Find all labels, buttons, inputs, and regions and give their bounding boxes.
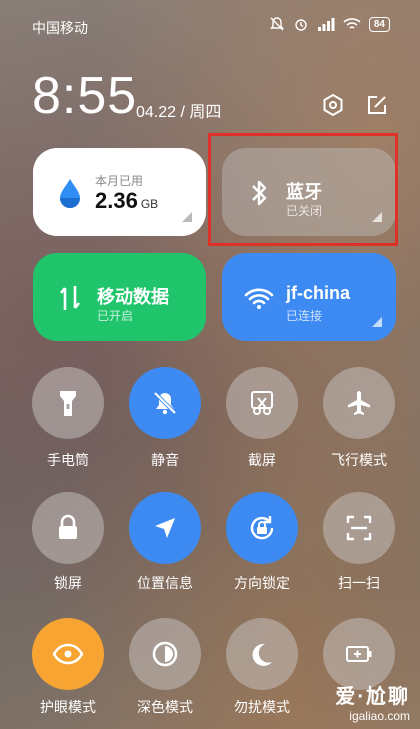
toggle-label: 截屏 [248, 452, 276, 468]
status-bar: 中国移动 84 [32, 14, 390, 40]
data-usage-label: 本月已用 [95, 174, 144, 188]
wifi-tile[interactable]: jf-china 已连接 [222, 253, 396, 341]
header-actions [320, 92, 390, 118]
scan-button[interactable] [323, 492, 395, 564]
watermark: 爱·尬聊 igaliao.com [335, 680, 410, 723]
battery-plus-icon [346, 646, 372, 662]
watermark-title: 爱·尬聊 [335, 686, 410, 708]
toggle-label: 锁屏 [54, 575, 82, 591]
scan-icon [346, 515, 372, 541]
watermark-url: igaliao.com [349, 709, 410, 723]
battery-icon: 84 [368, 16, 390, 32]
airplane-icon [348, 391, 370, 415]
toggle-label: 护眼模式 [40, 699, 96, 715]
mobile-data-status: 已开启 [97, 309, 134, 323]
clock-date: 04.22 / 周四 [136, 104, 222, 121]
moon-icon [252, 643, 272, 666]
eye-comfort-button[interactable] [32, 618, 104, 690]
mute-button[interactable] [129, 367, 201, 439]
do-not-disturb-button[interactable] [226, 618, 298, 690]
wifi-status-icon [343, 18, 361, 29]
data-usage-value: 2.36 GB [95, 188, 159, 213]
toggle-label: 扫一扫 [338, 575, 380, 591]
rotation-lock-button[interactable] [226, 492, 298, 564]
edit-icon[interactable] [364, 92, 390, 118]
toggle-label: 位置信息 [137, 575, 193, 591]
wifi-status: 已连接 [286, 309, 323, 323]
toggle-label: 深色模式 [137, 699, 193, 715]
settings-hex-icon[interactable] [320, 92, 346, 118]
airplane-mode-button[interactable] [323, 367, 395, 439]
expand-corner-icon [182, 212, 192, 222]
toggle-label: 勿扰模式 [234, 699, 290, 715]
highlight-box [208, 133, 398, 246]
water-drop-icon [53, 176, 87, 210]
screenshot-button[interactable] [226, 367, 298, 439]
toggle-label: 静音 [151, 452, 179, 468]
rotation-lock-icon [250, 516, 274, 540]
lock-icon [59, 514, 77, 539]
toggle-label: 飞行模式 [331, 452, 387, 468]
alarm-icon [295, 19, 307, 31]
mute-bell-icon [269, 17, 284, 31]
signal-icon [317, 18, 335, 31]
data-transfer-icon [53, 281, 87, 315]
location-button[interactable] [129, 492, 201, 564]
scissors-icon [251, 391, 273, 415]
status-icons: 84 [269, 16, 390, 32]
contrast-icon [152, 641, 178, 667]
clock-time: 8:55 [32, 67, 138, 125]
eye-icon [52, 643, 84, 665]
wifi-title: jf-china [286, 283, 351, 303]
data-usage-tile[interactable]: 本月已用 2.36 GB [33, 148, 206, 236]
expand-corner-icon [372, 317, 382, 327]
toggle-label: 手电筒 [47, 452, 89, 468]
mobile-data-tile[interactable]: 移动数据 已开启 [33, 253, 206, 341]
lock-screen-button[interactable] [32, 492, 104, 564]
location-arrow-icon [155, 518, 175, 538]
dark-mode-button[interactable] [129, 618, 201, 690]
mute-bell-icon [153, 391, 177, 415]
flashlight-icon [60, 391, 76, 416]
carrier-name: 中国移动 [32, 20, 88, 36]
mobile-data-title: 移动数据 [97, 287, 169, 307]
flashlight-button[interactable] [32, 367, 104, 439]
toggle-label: 方向锁定 [234, 575, 290, 591]
wifi-icon [242, 281, 276, 315]
